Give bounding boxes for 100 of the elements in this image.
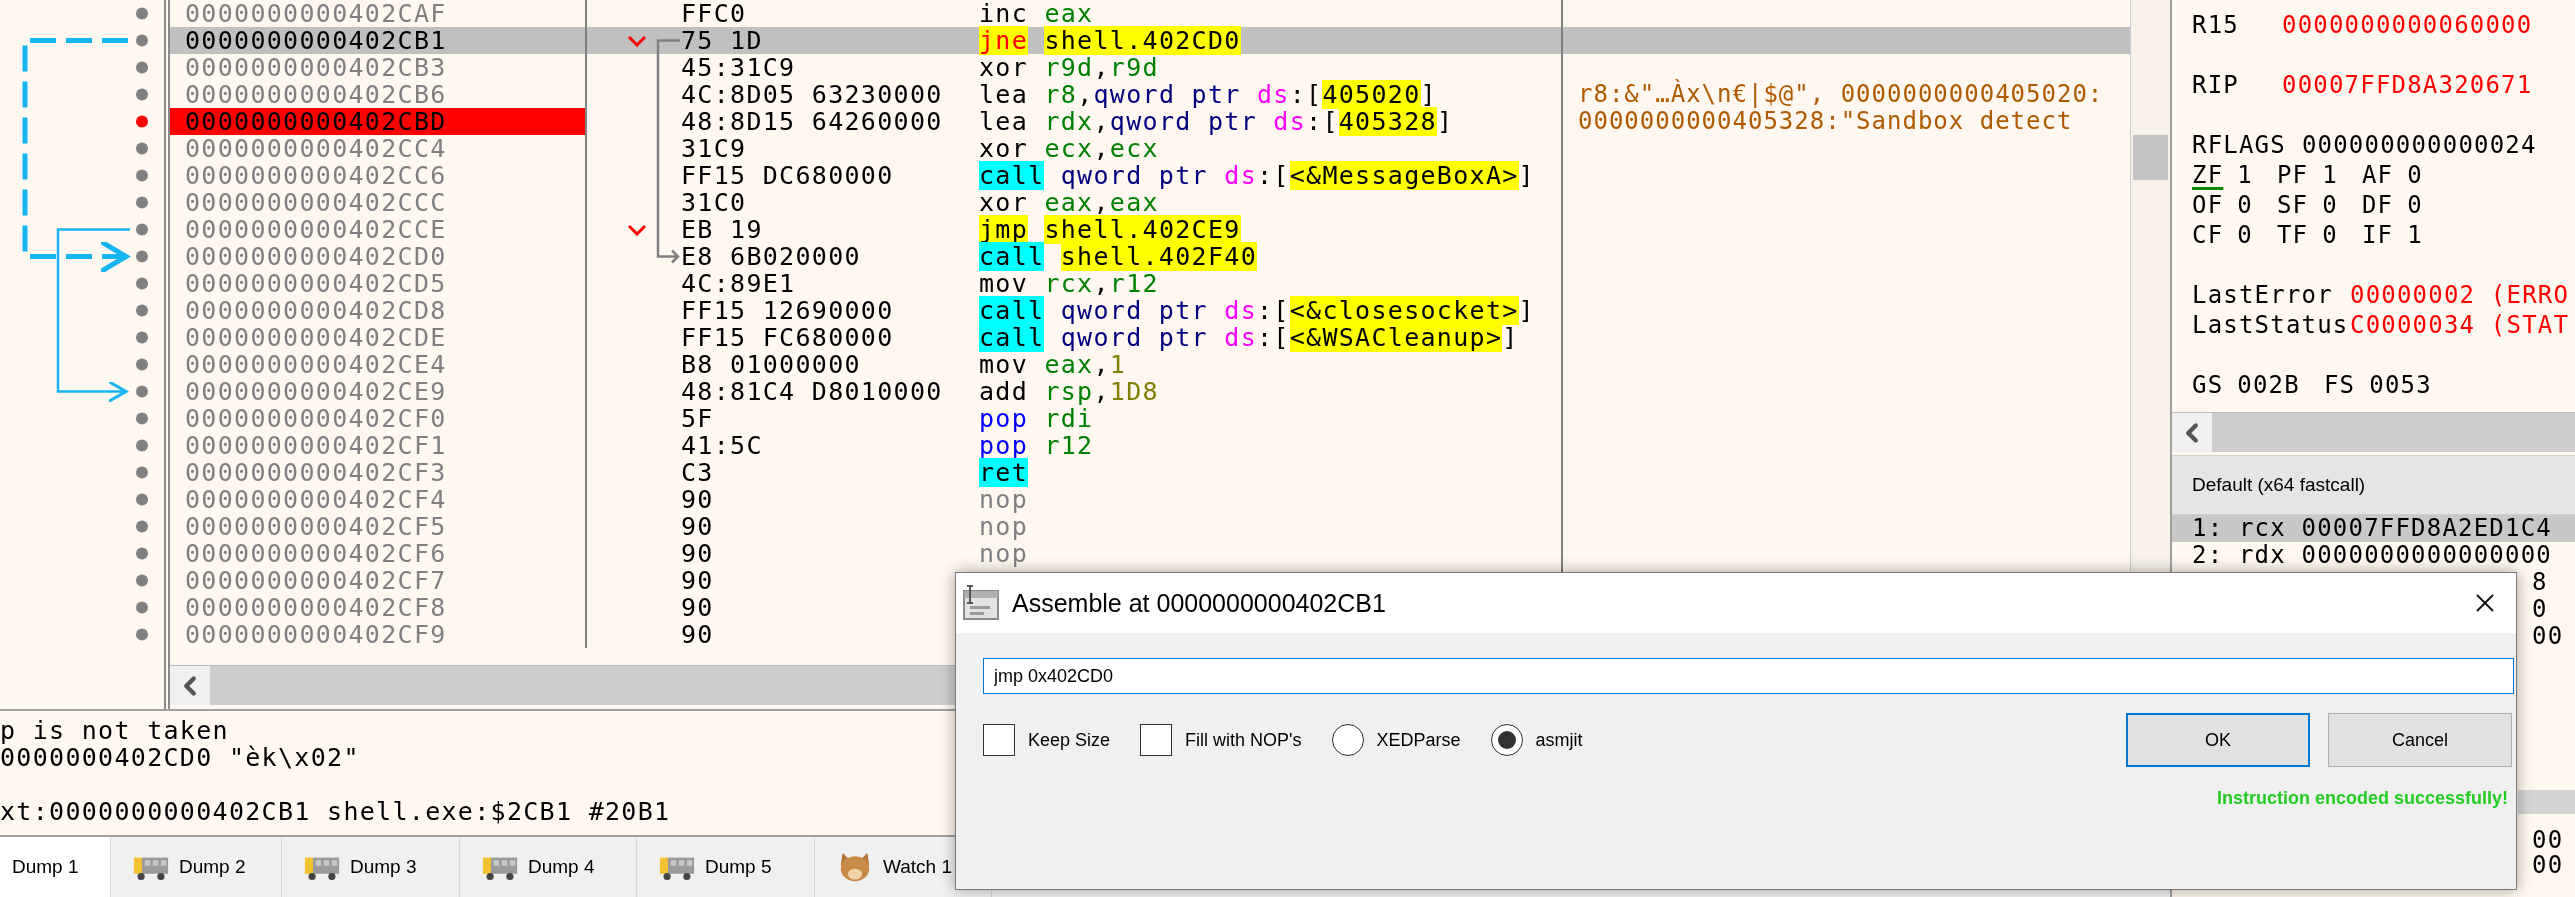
radio-button[interactable] [1331,724,1364,756]
flag-value[interactable]: 0 [2322,220,2338,250]
tab[interactable]: Dump 1 [0,837,111,897]
argument-row[interactable]: 8 [2532,569,2575,596]
argument-row[interactable]: 2: rdx 0000000000000000 [2172,542,2575,569]
dialog-button[interactable]: Cancel [2328,713,2512,767]
breakpoint-dot[interactable] [136,61,148,74]
table-row[interactable]: 0000000000402CDE FF15 FC680000 call qword ptr ds:[<&WSACleanup>] [170,324,2130,351]
register-value[interactable]: 0000000000060000 [2282,10,2533,40]
panel-header: Default (x64 fastcall) [2172,455,2575,515]
argument-row[interactable]: 00 [2532,623,2575,650]
flag-name: ZF [2192,160,2224,190]
breakpoint-dot[interactable] [136,412,148,425]
table-row[interactable]: 0000000000402CC6 FF15 DC680000 call qword ptr ds:[<&MessageBoxA>] [170,162,2130,189]
flag-value[interactable]: 1 [2237,160,2253,190]
instruction-text: nop [979,539,1029,568]
breakpoint-dot[interactable] [136,466,148,479]
address-cell: 0000000000402CC4 [170,135,587,162]
table-row[interactable]: 0000000000402CE9 48:81C4 D8010000 add rsp,1D8 [170,378,2130,405]
comment-text: 0000000000405328:"Sandbox detect [1578,107,2073,135]
address-cell: 0000000000402CD0 [170,243,587,270]
instruction-text: mov eax,1 [979,350,1127,379]
register-value[interactable]: 000000000000024 [2301,130,2537,160]
radio-label[interactable]: XEDParse [1376,729,1461,751]
flag-value[interactable]: 002B [2237,370,2300,400]
argument-row[interactable]: 0 [2532,596,2575,623]
bytes-text: FF15 DC680000 [681,162,894,189]
breakpoint-dot[interactable] [136,628,148,641]
flag-value[interactable]: 0 [2407,190,2423,220]
register-name: LastError [2192,280,2334,310]
address-cell: 0000000000402CCC [170,189,587,216]
window-icon [962,585,1000,621]
table-row[interactable]: 0000000000402CBD 48:8D15 64260000 lea rdx,qword ptr ds:[405328] 0000000000405328:"Sandbox detect [170,108,2130,135]
table-row[interactable]: 0000000000402CF5 90 nop [170,513,2130,540]
table-row[interactable]: 0000000000402CE4 B8 01000000 mov eax,1 [170,351,2130,378]
breakpoint-dot[interactable] [136,277,148,290]
scrollbar[interactable] [2518,790,2575,814]
breakpoint-dot[interactable] [136,169,148,182]
bytes-text: FFC0 [681,0,747,27]
radio-label[interactable]: asmjit [1535,729,1583,751]
info-line: p is not taken [0,716,229,745]
table-row[interactable]: 0000000000402CF3 C3 ret [170,459,2130,486]
breakpoint-dot[interactable] [136,601,148,614]
address-cell: 0000000000402CF5 [170,513,587,540]
instruction-text: nop [979,512,1029,541]
table-row[interactable]: 0000000000402CB1 75 1D jne shell.402CD0 [170,27,2130,54]
scrollbar[interactable] [2172,412,2575,452]
bytes-text: 90 [681,486,714,513]
register-name: R15 [2192,10,2240,40]
bytes-text: 5F [681,405,714,432]
argument-row[interactable]: 1: rcx 00007FFD8A2ED1C4 [2172,515,2575,542]
breakpoint-dot[interactable] [136,304,148,317]
dialog-button[interactable]: OK [2126,713,2310,767]
radio-button[interactable] [1490,724,1523,756]
breakpoint-dot[interactable] [136,439,148,452]
flag-value[interactable]: 0053 [2369,370,2432,400]
breakpoint-dot[interactable] [136,196,148,209]
flag-value[interactable]: 0 [2407,160,2423,190]
assembly-input[interactable]: jmp 0x402CD0 [983,658,2514,694]
instruction-text: xor ecx,ecx [979,134,1159,163]
flag-value[interactable]: 1 [2322,160,2338,190]
breakpoint-dot[interactable] [136,358,148,371]
instruction-text: call qword ptr ds:[<&closesocket>] [979,296,1535,325]
breakpoint-dot[interactable] [136,520,148,533]
flag-value[interactable]: 0 [2237,190,2253,220]
instruction-text: add rsp,1D8 [979,377,1159,406]
register-value[interactable]: C0000034 (STAT [2350,310,2570,340]
address-cell: 0000000000402CB3 [170,54,587,81]
breakpoint-dot[interactable] [136,34,148,47]
checkbox[interactable] [1140,724,1173,756]
bytes-text: 45:31C9 [681,54,796,81]
register-value[interactable]: 00007FFD8A320671 [2282,70,2533,100]
breakpoint-dot[interactable] [136,493,148,506]
breakpoint-dot[interactable] [136,547,148,560]
flag-name: AF [2361,160,2394,190]
flag-value[interactable]: 1 [2407,220,2423,250]
checkbox[interactable] [983,724,1015,756]
table-row[interactable]: 0000000000402CD0 E8 6B020000 call shell.402F40 [170,243,2130,270]
checkbox-label[interactable]: Keep Size [1028,729,1111,751]
breakpoint-dot[interactable] [136,7,148,20]
register-value[interactable]: 00000002 (ERRO [2350,280,2570,310]
register-name: RFLAGS [2192,130,2286,160]
flag-value[interactable]: 0 [2237,220,2253,250]
breakpoint-dot[interactable] [136,115,148,128]
table-row[interactable]: 0000000000402CF0 5F pop rdi [170,405,2130,432]
breakpoint-dot[interactable] [136,250,148,263]
bytes-text: 75 1D [681,27,763,54]
table-row[interactable]: 0000000000402CF6 90 nop [170,540,2130,567]
breakpoint-dot[interactable] [136,223,148,236]
bytes-text: 90 [681,567,714,594]
breakpoint-dot[interactable] [136,88,148,101]
breakpoint-dot[interactable] [136,385,148,398]
breakpoint-dot[interactable] [136,574,148,587]
table-row[interactable]: 0000000000402CF4 90 nop [170,486,2130,513]
breakpoint-dot[interactable] [136,142,148,155]
flag-value[interactable]: 0 [2322,190,2338,220]
checkbox-label[interactable]: Fill with NOP's [1185,729,1302,751]
breakpoint-dot[interactable] [136,331,148,344]
scroll-thumb[interactable] [2133,135,2168,180]
status-message: Instruction encoded successfully! [2216,788,2508,808]
